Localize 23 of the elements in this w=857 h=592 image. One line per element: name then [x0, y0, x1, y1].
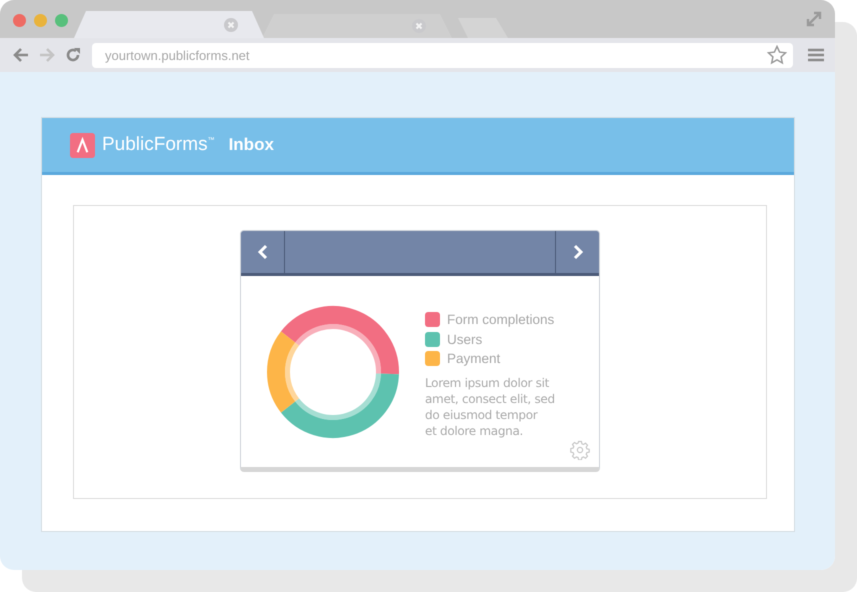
chevron-left-icon	[256, 244, 268, 260]
close-tab-icon[interactable]	[224, 18, 238, 32]
star-icon[interactable]	[767, 45, 787, 65]
page-title: Inbox	[228, 135, 274, 155]
browser-tab[interactable]	[262, 14, 452, 38]
description-text: Lorem ipsum dolor sit amet, consect elit, sed do eiusmod tempor et dolore magna.	[425, 374, 555, 438]
close-window-button[interactable]	[13, 14, 26, 27]
brand-name: PublicForms$^{™}$	[102, 134, 215, 156]
logo-icon	[70, 132, 95, 158]
minimize-window-button[interactable]	[34, 14, 47, 27]
settings-icon[interactable]	[570, 440, 590, 460]
menu-icon[interactable]	[807, 47, 825, 63]
legend-label: Form completions	[447, 312, 554, 328]
close-tab-icon[interactable]	[412, 19, 426, 33]
legend-label: Payment	[447, 351, 500, 366]
address-bar[interactable]: yourtown.publicforms.net	[92, 42, 793, 68]
forward-arrow-icon[interactable]	[38, 46, 56, 64]
expand-icon[interactable]	[805, 10, 823, 28]
chevron-right-icon	[572, 244, 584, 260]
back-arrow-icon[interactable]	[12, 46, 30, 64]
legend-label: Users	[447, 332, 482, 347]
reload-icon[interactable]	[64, 46, 82, 64]
maximize-window-button[interactable]	[55, 14, 68, 27]
